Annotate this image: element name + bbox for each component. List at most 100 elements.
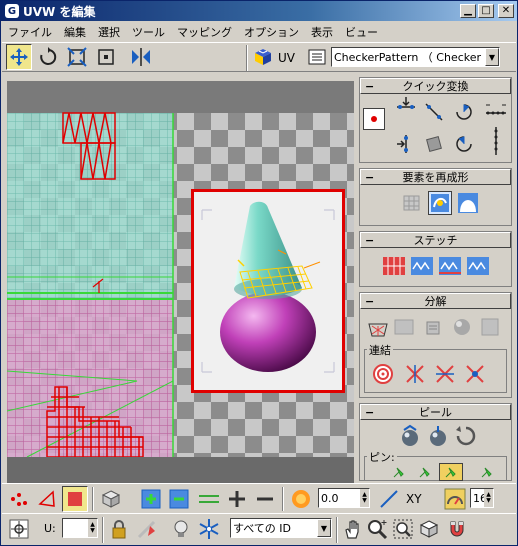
sphere-map-button[interactable] bbox=[450, 315, 474, 339]
edge-loop-button[interactable] bbox=[196, 486, 222, 512]
rotate-90-ccw-button[interactable] bbox=[452, 132, 476, 156]
relax-button[interactable] bbox=[428, 191, 452, 215]
quick-transform-header[interactable]: − クイック変換 bbox=[360, 78, 511, 94]
menu-display[interactable]: 表示 bbox=[305, 24, 339, 40]
quick-peel-button[interactable] bbox=[398, 424, 422, 448]
menu-edit[interactable]: 編集 bbox=[58, 24, 92, 40]
stitch-to-source-button[interactable] bbox=[382, 254, 406, 278]
menu-view[interactable]: ビュー bbox=[339, 24, 384, 40]
auto-pin-toggle[interactable] bbox=[439, 463, 463, 481]
target-weld-button[interactable] bbox=[371, 362, 395, 386]
align-diagonal-button[interactable] bbox=[422, 100, 446, 124]
rotate-tool-button[interactable] bbox=[35, 44, 61, 70]
u-coordinate-label: U: bbox=[44, 522, 56, 535]
weld-group: 連結 bbox=[364, 342, 507, 393]
scale-tool-button[interactable] bbox=[64, 44, 90, 70]
grow-loop-button[interactable] bbox=[224, 486, 250, 512]
stitch-header[interactable]: − ステッチ bbox=[360, 232, 511, 248]
straighten-icon bbox=[426, 136, 442, 152]
show-map-button[interactable] bbox=[250, 44, 276, 70]
menu-mapping[interactable]: マッピング bbox=[171, 24, 238, 40]
edge-icon bbox=[38, 490, 55, 507]
reset-peel-button[interactable] bbox=[454, 424, 478, 448]
falloff-type-button[interactable] bbox=[376, 486, 402, 512]
weld-edge-button[interactable] bbox=[433, 362, 457, 386]
soft-selection-button[interactable] bbox=[288, 486, 314, 512]
spacing-vertical-button[interactable] bbox=[484, 124, 508, 158]
edge-distance-spinner[interactable]: 16 ▲ ▼ bbox=[470, 488, 494, 508]
zoom-region-button[interactable] bbox=[390, 516, 416, 542]
toolbar-separator bbox=[336, 517, 338, 543]
zoom-button[interactable] bbox=[364, 516, 390, 542]
absolute-offset-icon bbox=[9, 519, 29, 539]
straighten-selection-button[interactable] bbox=[400, 191, 424, 215]
select-face-button[interactable] bbox=[62, 486, 88, 512]
reshape-elements-header[interactable]: − 要素を再成形 bbox=[360, 169, 511, 185]
minimize-button[interactable]: ▁ bbox=[460, 4, 476, 18]
menu-tools[interactable]: ツール bbox=[126, 24, 171, 40]
edge-distance-button[interactable] bbox=[442, 486, 468, 512]
falloff-axis-label[interactable]: XY bbox=[406, 492, 422, 506]
select-pins-button[interactable] bbox=[475, 463, 499, 481]
snap-toggle-button[interactable] bbox=[444, 516, 470, 542]
stitch-to-target-button[interactable] bbox=[438, 254, 462, 278]
menu-options[interactable]: オプション bbox=[238, 24, 305, 40]
close-button[interactable]: ✕ bbox=[498, 4, 514, 18]
absolute-mode-button[interactable] bbox=[6, 516, 32, 542]
detach-button[interactable] bbox=[420, 315, 444, 339]
app-icon: G bbox=[5, 4, 19, 18]
select-element-button[interactable] bbox=[98, 486, 124, 512]
list-icon bbox=[308, 49, 326, 65]
straighten-button[interactable] bbox=[422, 132, 446, 156]
title-bar[interactable]: G UVW を編集 ▁ □ ✕ bbox=[1, 1, 517, 21]
mirror-tool-button[interactable] bbox=[128, 44, 154, 70]
align-horizontal-button[interactable] bbox=[394, 94, 418, 118]
align-pivot-button[interactable] bbox=[363, 108, 385, 130]
collapse-icon: − bbox=[365, 405, 375, 419]
select-edge-button[interactable] bbox=[34, 486, 60, 512]
uv-viewport[interactable] bbox=[7, 81, 354, 483]
menu-file[interactable]: ファイル bbox=[2, 24, 58, 40]
pan-button[interactable] bbox=[340, 516, 366, 542]
move-tool-button[interactable] bbox=[6, 44, 32, 70]
freeze-button[interactable] bbox=[196, 516, 222, 542]
weld-selected-button[interactable] bbox=[403, 362, 427, 386]
uv-list-button[interactable] bbox=[304, 44, 330, 70]
id-filter-dropdown[interactable]: すべての ID ▼ bbox=[230, 518, 332, 538]
pin-button[interactable] bbox=[387, 463, 411, 481]
hide-button[interactable] bbox=[168, 516, 194, 542]
stitch-custom-button[interactable] bbox=[466, 254, 490, 278]
grow-selection-button[interactable] bbox=[138, 486, 164, 512]
relax-custom-button[interactable] bbox=[456, 191, 480, 215]
peel-header[interactable]: − ピール bbox=[360, 404, 511, 420]
spacing-horizontal-icon bbox=[486, 104, 506, 115]
paint-select-button[interactable] bbox=[134, 516, 160, 542]
rotate-90-cw-button[interactable] bbox=[452, 100, 476, 124]
freeform-tool-button[interactable] bbox=[93, 44, 119, 70]
spacing-horizontal-button[interactable] bbox=[484, 98, 508, 122]
falloff-spinner[interactable]: 0.0 ▲ ▼ bbox=[318, 488, 370, 508]
align-vertical-button[interactable] bbox=[394, 132, 418, 156]
map-select-dropdown[interactable]: CheckerPattern （ Checker ） ▼ bbox=[331, 47, 500, 67]
shrink-loop-button[interactable] bbox=[252, 486, 278, 512]
shrink-selection-button[interactable] bbox=[166, 486, 192, 512]
peel-mode-button[interactable] bbox=[426, 424, 450, 448]
weld-threshold-button[interactable] bbox=[463, 362, 487, 386]
unpin-button[interactable] bbox=[413, 463, 437, 481]
select-vertex-button[interactable] bbox=[6, 486, 32, 512]
relax-icon bbox=[431, 194, 449, 212]
flatten-button[interactable] bbox=[392, 315, 416, 339]
stitch-average-button[interactable] bbox=[410, 254, 434, 278]
maximize-button[interactable]: □ bbox=[478, 4, 494, 18]
collapse-icon: − bbox=[365, 233, 375, 247]
lock-selection-button[interactable] bbox=[106, 516, 132, 542]
flatten-by-face-button[interactable] bbox=[478, 315, 502, 339]
collapse-icon: − bbox=[365, 170, 375, 184]
rotate-icon bbox=[40, 47, 57, 65]
zoom-extents-button[interactable] bbox=[416, 516, 442, 542]
break-button[interactable] bbox=[366, 315, 390, 339]
menu-select[interactable]: 選択 bbox=[92, 24, 126, 40]
u-coordinate-spinner[interactable]: ▲ ▼ bbox=[62, 518, 98, 538]
paint-select-icon bbox=[137, 520, 156, 539]
explode-header[interactable]: − 分解 bbox=[360, 293, 511, 309]
